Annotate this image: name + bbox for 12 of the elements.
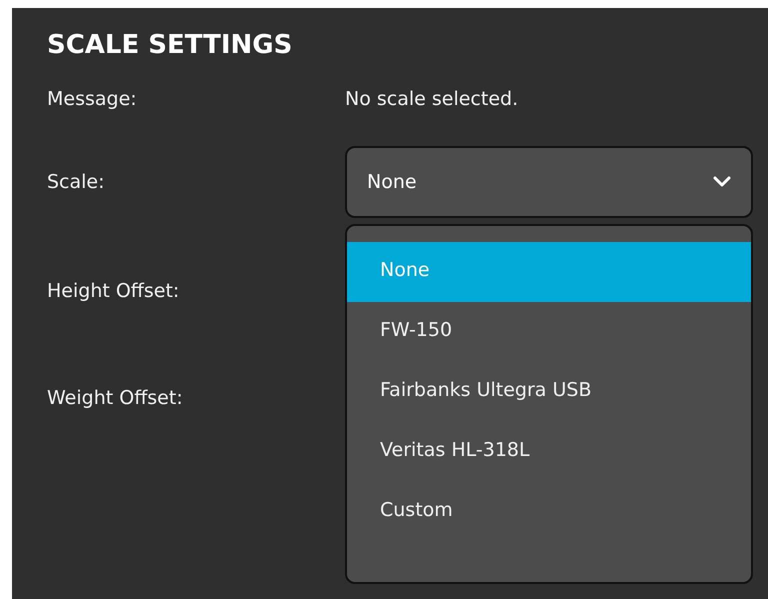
panel-title: SCALE SETTINGS	[47, 29, 294, 62]
field-label: Weight Offset:	[47, 386, 184, 408]
scale-dropdown[interactable]: None	[345, 146, 753, 218]
dropdown-option[interactable]: FW-150	[347, 302, 751, 362]
dropdown-option[interactable]: Fairbanks Ultegra USB	[347, 362, 751, 422]
field-label: Message:	[47, 88, 138, 110]
field-label: Height Offset:	[47, 280, 180, 302]
field-label: Scale:	[47, 170, 106, 192]
dropdown-option[interactable]: Veritas HL-318L	[347, 422, 751, 482]
message-text: No scale selected.	[345, 88, 518, 110]
dropdown-option[interactable]: Custom	[347, 482, 751, 542]
chevron-down-icon	[713, 176, 731, 188]
